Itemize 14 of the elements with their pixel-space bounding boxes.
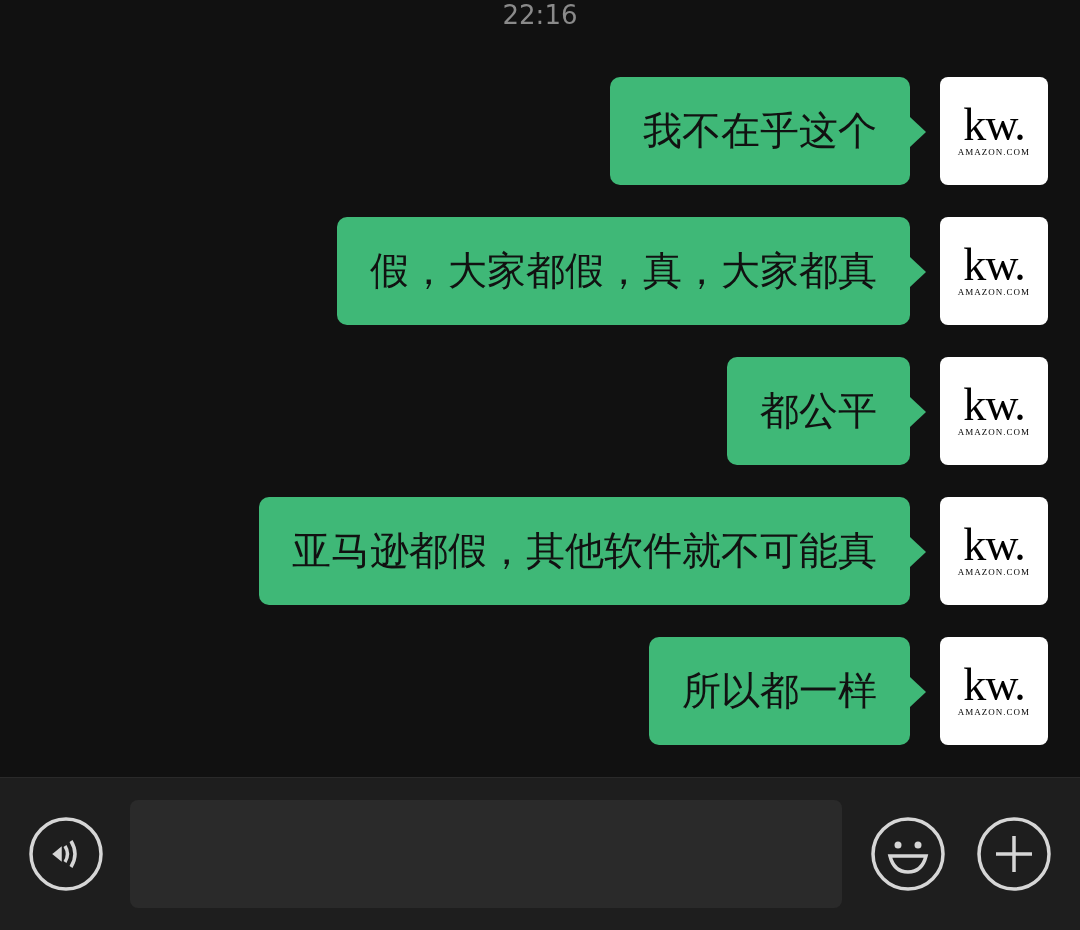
voice-icon[interactable] xyxy=(28,816,104,892)
avatar-logo-text: kw. xyxy=(963,385,1025,425)
avatar-caption: AMAZON.COM xyxy=(957,427,1031,437)
timestamp: 22:16 xyxy=(502,0,578,30)
smiley-icon[interactable] xyxy=(870,816,946,892)
avatar-caption: AMAZON.COM xyxy=(957,287,1031,297)
avatar-caption: AMAZON.COM xyxy=(957,567,1031,577)
avatar-logo-text: kw. xyxy=(963,525,1025,565)
avatar-logo-text: kw. xyxy=(963,665,1025,705)
avatar-logo-text: kw. xyxy=(963,245,1025,285)
avatar-logo-text: kw. xyxy=(963,105,1025,145)
plus-icon[interactable] xyxy=(976,816,1052,892)
avatar-caption: AMAZON.COM xyxy=(957,147,1031,157)
avatar-caption: AMAZON.COM xyxy=(957,707,1031,717)
